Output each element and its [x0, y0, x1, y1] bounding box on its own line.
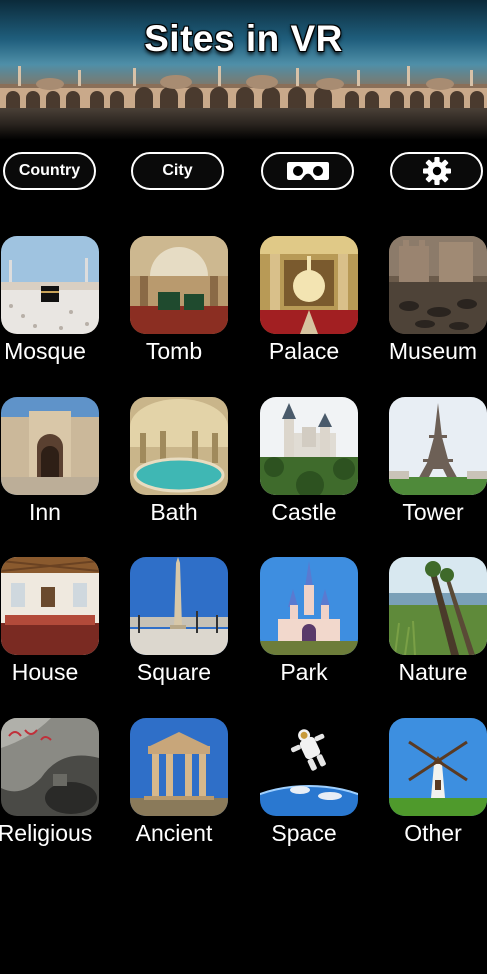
category-nature[interactable]: Nature: [378, 557, 487, 707]
category-space[interactable]: Space: [249, 718, 359, 868]
tower-thumbnail: [389, 397, 487, 495]
category-label: Castle: [271, 499, 337, 525]
palace-thumbnail: [260, 236, 358, 334]
category-label: Tomb: [145, 338, 203, 364]
category-palace[interactable]: Palace: [249, 236, 359, 386]
park-thumbnail: [260, 557, 358, 655]
category-label: Mosque: [4, 338, 86, 364]
nature-thumbnail: [389, 557, 487, 655]
settings-button[interactable]: [390, 152, 483, 190]
category-religious[interactable]: Religious: [0, 718, 100, 868]
house-thumbnail: [1, 557, 99, 655]
category-label: Park: [280, 659, 328, 685]
castle-thumbnail: [260, 397, 358, 495]
category-other[interactable]: Other: [378, 718, 487, 868]
category-square[interactable]: Square: [119, 557, 229, 707]
bath-thumbnail: [130, 397, 228, 495]
square-thumbnail: [130, 557, 228, 655]
gear-icon: [422, 157, 451, 185]
category-ancient[interactable]: Ancient: [119, 718, 229, 868]
category-bath[interactable]: Bath: [119, 397, 229, 547]
category-label: Tower: [402, 499, 464, 525]
city-button-label: City: [162, 162, 193, 179]
category-park[interactable]: Park: [249, 557, 359, 707]
space-thumbnail: [260, 718, 358, 816]
country-button-label: Country: [18, 162, 81, 179]
inn-thumbnail: [1, 397, 99, 495]
category-label: Palace: [268, 338, 340, 364]
category-label: Ancient: [135, 820, 213, 846]
category-inn[interactable]: Inn: [0, 397, 100, 547]
category-label: Inn: [29, 499, 61, 525]
category-mosque[interactable]: Mosque: [0, 236, 100, 386]
header-banner: Sites in VR: [0, 0, 487, 140]
courtyard-floor: [0, 108, 487, 140]
category-house[interactable]: House: [0, 557, 100, 707]
category-label: Space: [271, 820, 337, 846]
country-button[interactable]: Country: [3, 152, 96, 190]
religious-thumbnail: [1, 718, 99, 816]
category-label: Bath: [150, 499, 198, 525]
app-title: Sites in VR: [144, 18, 343, 59]
vr-mode-button[interactable]: [261, 152, 354, 190]
category-tomb[interactable]: Tomb: [119, 236, 229, 386]
tomb-thumbnail: [130, 236, 228, 334]
category-label: House: [11, 659, 79, 685]
category-castle[interactable]: Castle: [249, 397, 359, 547]
vr-headset-icon: [286, 162, 329, 180]
category-label: Nature: [398, 659, 468, 685]
ancient-thumbnail: [130, 718, 228, 816]
panorama-arches-image: [0, 66, 487, 112]
category-tower[interactable]: Tower: [378, 397, 487, 547]
category-label: Religious: [0, 820, 93, 846]
museum-thumbnail: [389, 236, 487, 334]
category-museum[interactable]: Museum: [378, 236, 487, 386]
mosque-thumbnail: [1, 236, 99, 334]
other-thumbnail: [389, 718, 487, 816]
category-label: Square: [136, 659, 212, 685]
city-button[interactable]: City: [131, 152, 224, 190]
category-label: Museum: [388, 338, 478, 364]
category-label: Other: [404, 820, 462, 846]
